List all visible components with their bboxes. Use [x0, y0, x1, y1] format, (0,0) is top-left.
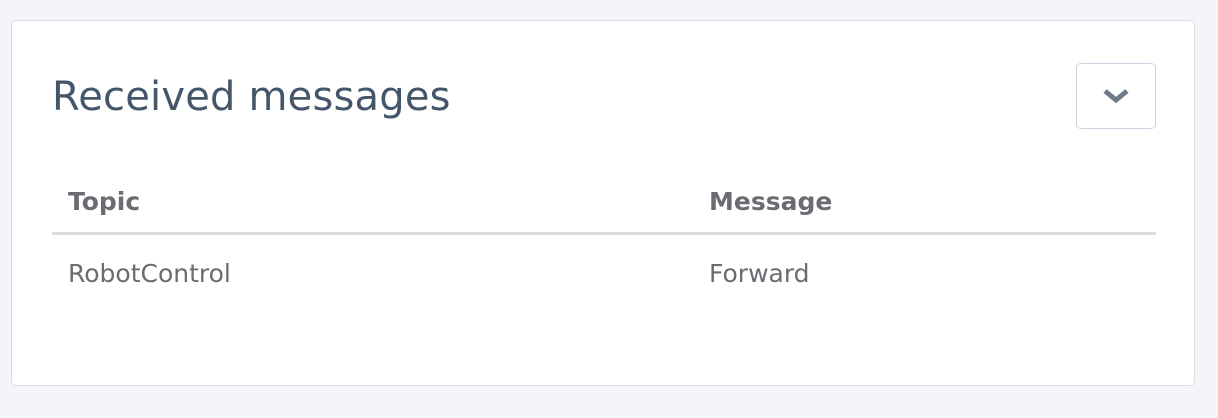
- table-row: RobotControl Forward: [52, 234, 1156, 312]
- messages-table: Topic Message RobotControl Forward: [52, 171, 1156, 311]
- message-cell: Forward: [709, 258, 810, 288]
- chevron-down-icon: [1103, 89, 1129, 104]
- topic-cell: RobotControl: [68, 258, 231, 288]
- table-header-row: Topic Message: [52, 171, 1156, 235]
- received-messages-panel: Received messages Topic Message RobotCon…: [11, 20, 1195, 386]
- message-column-header: Message: [693, 171, 1156, 235]
- panel-title: Received messages: [52, 74, 451, 120]
- collapse-toggle-button[interactable]: [1076, 63, 1156, 129]
- topic-column-header: Topic: [52, 171, 693, 235]
